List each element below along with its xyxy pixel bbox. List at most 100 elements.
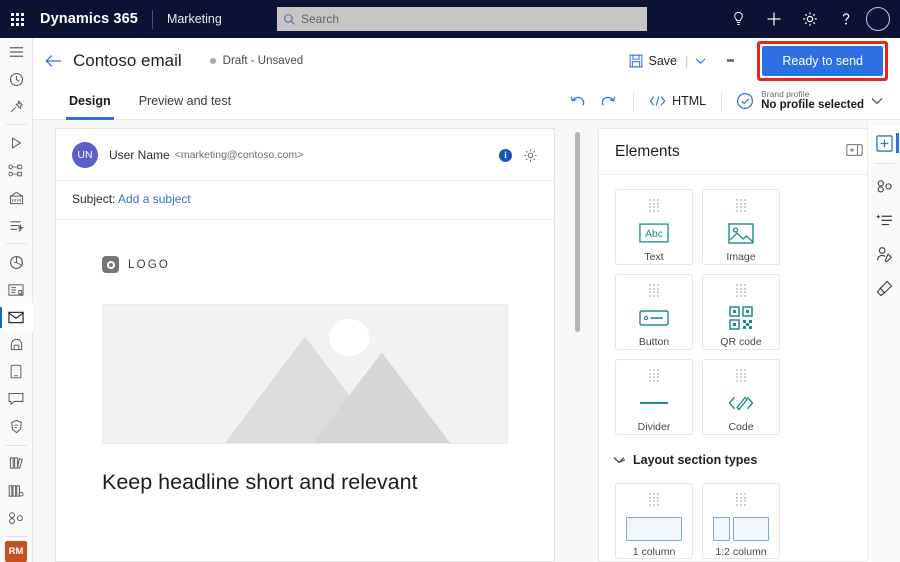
left-navigation-rail: RM: [0, 38, 33, 562]
elements-panel-title: Elements: [615, 142, 680, 160]
sidebar-item-events[interactable]: [0, 184, 33, 211]
sidebar-item-analytics[interactable]: [0, 248, 33, 275]
rail-divider-4: [5, 536, 27, 538]
lightbulb-icon[interactable]: [720, 0, 756, 38]
page-title: Contoso email: [73, 50, 182, 70]
element-card-qr-code[interactable]: QR code: [702, 274, 780, 350]
rail-user-avatar[interactable]: RM: [5, 541, 27, 562]
drag-handle-icon[interactable]: [736, 369, 746, 382]
sidebar-item-text-messages[interactable]: [0, 358, 33, 385]
dock-panel-icon[interactable]: [846, 143, 863, 161]
brand-profile-value: No profile selected: [761, 99, 864, 112]
sidebar-item-journey[interactable]: [0, 157, 33, 184]
search-input[interactable]: [301, 12, 621, 26]
drag-handle-icon[interactable]: [649, 493, 659, 506]
sidebar-item-recent[interactable]: [0, 65, 33, 92]
brand-check-icon: [737, 92, 754, 109]
save-label: Save: [648, 53, 678, 68]
question-icon[interactable]: [828, 0, 864, 38]
styles-brush-icon[interactable]: [868, 271, 900, 305]
properties-icon[interactable]: [868, 203, 900, 237]
email-image-placeholder[interactable]: [102, 304, 508, 444]
sidebar-item-library[interactable]: [0, 450, 33, 477]
drag-handle-icon[interactable]: [649, 369, 659, 382]
element-card-divider[interactable]: Divider: [615, 359, 693, 435]
tab-preview-and-test[interactable]: Preview and test: [136, 83, 234, 120]
brand-title: Dynamics 365: [40, 11, 138, 27]
back-arrow-icon[interactable]: [33, 54, 73, 68]
gear-icon[interactable]: [792, 0, 828, 38]
layout-section-header[interactable]: Layout section types: [599, 435, 879, 469]
divider-icon: [639, 391, 669, 416]
tabbar-divider-1: [633, 91, 635, 111]
tab-design[interactable]: Design: [66, 83, 114, 120]
sidebar-item-triggers[interactable]: [0, 212, 33, 239]
canvas-scrollbar-thumb[interactable]: [575, 132, 580, 332]
drag-handle-icon[interactable]: [736, 284, 746, 297]
save-chevron-down-icon[interactable]: [690, 53, 711, 69]
sidebar-item-segments[interactable]: [0, 505, 33, 532]
image-icon: [728, 221, 754, 246]
elements-panel: Elements Abc Text Image Button QR code D…: [598, 128, 880, 562]
chevron-down-icon: [871, 98, 883, 105]
layout-card-1-column[interactable]: 1 column: [615, 483, 693, 559]
layout-preview: [626, 516, 682, 541]
code-icon: [727, 391, 755, 416]
sidebar-item-pinned[interactable]: [0, 93, 33, 120]
html-button[interactable]: HTML: [645, 91, 710, 111]
element-label: QR code: [720, 335, 762, 348]
tab-bar-actions: HTML Brand profile No profile selected: [564, 87, 900, 115]
more-commands-icon[interactable]: [717, 48, 743, 74]
sidebar-item-hamburger[interactable]: [0, 38, 33, 65]
button-icon: [639, 306, 669, 331]
brand-divider: [151, 9, 153, 29]
brand-profile-dropdown[interactable]: Brand profile No profile selected: [733, 88, 886, 115]
email-header: UN User Name <marketing@contoso.com> i: [56, 129, 554, 180]
element-card-text[interactable]: Abc Text: [615, 189, 693, 265]
layout-label: 1:2 column: [715, 545, 767, 558]
annotation-highlight: Ready to send: [757, 40, 888, 81]
sidebar-item-journeys-play[interactable]: [0, 129, 33, 156]
drag-handle-icon[interactable]: [736, 493, 746, 506]
global-search[interactable]: [277, 7, 647, 31]
chevron-down-icon: [613, 457, 625, 464]
plus-icon[interactable]: [756, 0, 792, 38]
sidebar-item-emails[interactable]: [0, 303, 33, 331]
save-button[interactable]: Save: [623, 50, 684, 72]
editor-tab-bar: Design Preview and test HTML Brand profi…: [33, 83, 900, 120]
add-subject-link[interactable]: Add a subject: [118, 192, 191, 206]
top-nav-actions: [720, 0, 896, 38]
status-dot-icon: [209, 57, 216, 64]
sidebar-item-assets[interactable]: [0, 276, 33, 303]
svg-text:Abc: Abc: [645, 230, 663, 241]
element-card-button[interactable]: Button: [615, 274, 693, 350]
email-headline[interactable]: Keep headline short and relevant: [102, 470, 508, 495]
layout-card-1-2-column[interactable]: 1:2 column: [702, 483, 780, 559]
info-icon[interactable]: i: [499, 148, 512, 162]
add-element-icon[interactable]: [867, 126, 900, 160]
sender-email: <marketing@contoso.com>: [174, 149, 304, 161]
element-card-code[interactable]: Code: [702, 359, 780, 435]
sidebar-item-content-settings[interactable]: [0, 477, 33, 504]
undo-icon[interactable]: [564, 87, 592, 115]
email-body[interactable]: LOGO Keep headline short and relevant: [56, 220, 554, 495]
sidebar-item-forms[interactable]: [0, 413, 33, 440]
personalization-icon[interactable]: [868, 237, 900, 271]
tabbar-divider-2: [721, 91, 723, 111]
drag-handle-icon[interactable]: [736, 199, 746, 212]
redo-icon[interactable]: [594, 87, 622, 115]
drag-handle-icon[interactable]: [649, 284, 659, 297]
user-avatar[interactable]: [866, 7, 890, 31]
drag-handle-icon[interactable]: [649, 199, 659, 212]
sidebar-item-custom-channels[interactable]: [0, 386, 33, 413]
email-canvas[interactable]: UN User Name <marketing@contoso.com> i S…: [55, 128, 555, 562]
canvas-scrollbar[interactable]: [574, 128, 581, 562]
app-launcher-icon[interactable]: [0, 0, 34, 38]
save-split-divider: |: [685, 53, 689, 68]
sidebar-item-push[interactable]: [0, 331, 33, 358]
ready-to-send-button[interactable]: Ready to send: [762, 45, 883, 76]
elements-panel-scroll-area: Abc Text Image Button QR code Divider Co…: [599, 175, 879, 561]
email-logo-block[interactable]: LOGO: [102, 256, 508, 273]
components-icon[interactable]: [868, 169, 900, 203]
element-card-image[interactable]: Image: [702, 189, 780, 265]
